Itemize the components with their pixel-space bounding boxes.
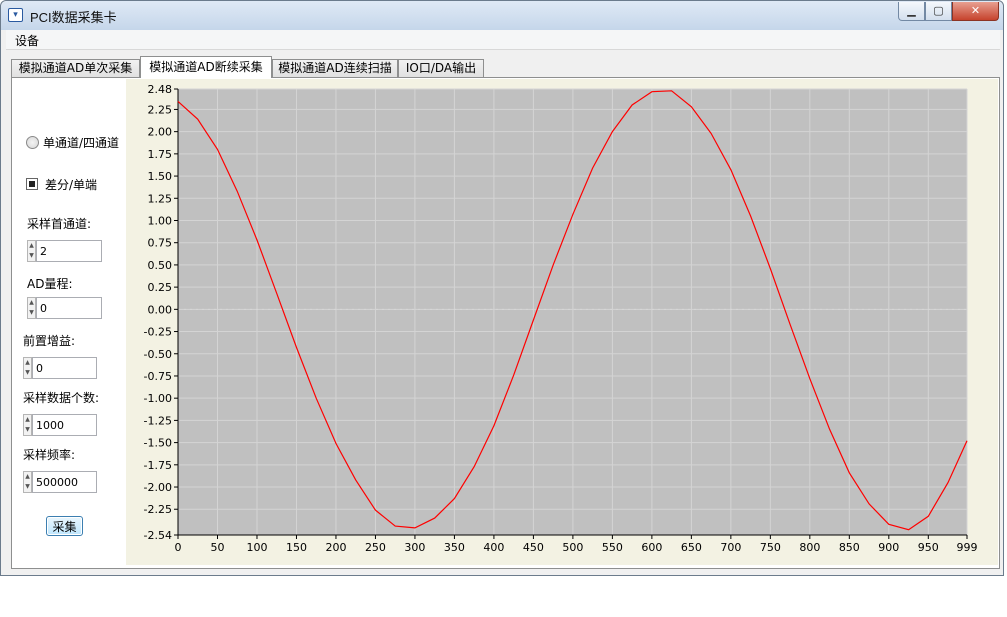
sample-freq-label: 采样频率: (23, 448, 76, 462)
waveform-chart-svg: 0 50 100 150 200 250 300 350 400 450 500 550 600 650 7… (144, 83, 978, 554)
y-tick-label: -0.25 (144, 326, 172, 339)
x-tick-label: 750 (760, 541, 781, 554)
tab-io-da-output[interactable]: IO口/DA输出 (398, 59, 484, 78)
waveform-graph: 0 50 100 150 200 250 300 350 400 450 500 550 600 650 7… (126, 79, 998, 565)
y-tick-label: -1.00 (144, 392, 172, 405)
spinner-arrows[interactable]: ▲ ▼ (23, 357, 32, 379)
x-tick-label: 950 (918, 541, 939, 554)
spinner-arrows[interactable]: ▲ ▼ (27, 240, 36, 262)
minimize-button[interactable]: ▁ (898, 2, 925, 21)
x-tick-label: 600 (641, 541, 662, 554)
x-tick-label: 700 (720, 541, 741, 554)
spin-up-icon[interactable]: ▲ (28, 298, 35, 308)
x-tick-label: 850 (839, 541, 860, 554)
y-tick-label: -0.50 (144, 348, 172, 361)
app-icon[interactable]: ▾ (8, 8, 23, 22)
x-tick-label: 100 (246, 541, 267, 554)
x-tick-label: 450 (523, 541, 544, 554)
x-tick-label: 150 (286, 541, 307, 554)
spin-up-icon[interactable]: ▲ (24, 472, 31, 482)
x-tick-label: 200 (325, 541, 346, 554)
spin-up-icon[interactable]: ▲ (24, 358, 31, 368)
tab-ad-continuous-scan[interactable]: 模拟通道AD连续扫描 (272, 59, 398, 78)
pre-gain-label: 前置增益: (23, 334, 76, 348)
sample-freq-input[interactable] (32, 471, 97, 493)
app-window: ▾ PCI数据采集卡 ▁ ▢ ✕ 设备 模拟通道AD单次采集 模拟通道AD断续采… (0, 0, 1004, 576)
spinner-arrows[interactable]: ▲ ▼ (23, 471, 32, 493)
acquire-button[interactable]: 采集 (46, 516, 83, 536)
y-tick-label: 0.75 (148, 237, 173, 250)
x-tick-label: 900 (878, 541, 899, 554)
x-tick-label: 0 (175, 541, 182, 554)
tab-panel: 单通道/四通道 差分/单端 采样首通道: ▲▼ AD量程: ▲▼ 前置增益: ▲… (11, 77, 1000, 569)
y-tick-label: 1.25 (148, 192, 173, 205)
x-tick-label: 550 (602, 541, 623, 554)
y-tick-label: 0.00 (148, 303, 173, 316)
spinner-arrows[interactable]: ▲ ▼ (23, 414, 32, 436)
x-tick-label: 250 (365, 541, 386, 554)
diff-single-label[interactable]: 差分/单端 (45, 176, 97, 193)
x-tick-label: 400 (483, 541, 504, 554)
spin-down-icon[interactable]: ▼ (24, 425, 31, 435)
y-tick-label: 0.50 (148, 259, 173, 272)
close-button[interactable]: ✕ (952, 2, 999, 21)
spin-down-icon[interactable]: ▼ (24, 482, 31, 492)
spin-down-icon[interactable]: ▼ (28, 251, 35, 261)
x-tick-label: 300 (404, 541, 425, 554)
y-tick-label: 0.25 (148, 281, 173, 294)
y-tick-label: 1.75 (148, 148, 173, 161)
pre-gain-input[interactable] (32, 357, 97, 379)
y-tick-label: 2.25 (148, 103, 173, 116)
sample-count-label: 采样数据个数: (23, 391, 100, 405)
first-channel-input[interactable] (36, 240, 102, 262)
y-tick-label: -1.75 (144, 459, 172, 472)
channel-mode-label[interactable]: 单通道/四通道 (43, 134, 119, 151)
y-tick-label: -2.25 (144, 503, 172, 516)
y-tick-label: 1.00 (148, 214, 173, 227)
y-tick-label: -0.75 (144, 370, 172, 383)
spin-down-icon[interactable]: ▼ (28, 308, 35, 318)
title-bar[interactable]: ▾ PCI数据采集卡 ▁ ▢ ✕ (1, 1, 1003, 30)
tab-ad-single[interactable]: 模拟通道AD单次采集 (11, 59, 140, 78)
diff-single-checkbox[interactable] (26, 178, 38, 190)
x-tick-label: 500 (562, 541, 583, 554)
x-tick-label: 350 (444, 541, 465, 554)
spin-up-icon[interactable]: ▲ (24, 415, 31, 425)
spin-up-icon[interactable]: ▲ (28, 241, 35, 251)
sample-count-input[interactable] (32, 414, 97, 436)
menu-device[interactable]: 设备 (15, 32, 39, 49)
maximize-button[interactable]: ▢ (925, 2, 952, 21)
tab-ad-intermittent[interactable]: 模拟通道AD断续采集 (140, 56, 272, 78)
x-tick-label: 800 (799, 541, 820, 554)
menu-bar: 设备 (6, 30, 1000, 50)
x-tick-label: 999 (957, 541, 978, 554)
spinner-arrows[interactable]: ▲ ▼ (27, 297, 36, 319)
tab-strip: 模拟通道AD单次采集 模拟通道AD断续采集 模拟通道AD连续扫描 IO口/DA输… (11, 56, 1000, 78)
channel-mode-radio[interactable] (26, 136, 39, 149)
ad-range-input[interactable] (36, 297, 102, 319)
x-tick-label: 650 (681, 541, 702, 554)
x-tick-label: 50 (210, 541, 224, 554)
window-title: PCI数据采集卡 (30, 10, 117, 25)
y-tick-label: 2.00 (148, 126, 173, 139)
y-tick-label: -2.54 (144, 529, 172, 542)
first-channel-label: 采样首通道: (27, 217, 92, 231)
spin-down-icon[interactable]: ▼ (24, 368, 31, 378)
y-tick-label: -1.50 (144, 437, 172, 450)
y-tick-label: 1.50 (148, 170, 173, 183)
ad-range-label: AD量程: (27, 277, 73, 291)
y-tick-label: 2.48 (148, 83, 173, 96)
y-tick-label: -1.25 (144, 414, 172, 427)
y-tick-label: -2.00 (144, 481, 172, 494)
